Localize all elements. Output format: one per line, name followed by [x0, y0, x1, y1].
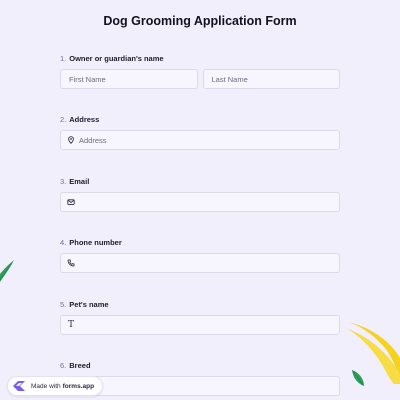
badge-prefix: Made with — [31, 382, 61, 390]
question-label: Phone number — [69, 238, 122, 247]
first-name-placeholder: First Name — [69, 74, 106, 84]
last-name-placeholder: Last Name — [211, 74, 248, 84]
question-label: Email — [69, 177, 90, 186]
phone-icon — [67, 259, 75, 267]
first-name-field[interactable]: First Name — [60, 69, 198, 89]
question-number: 4. — [60, 238, 67, 247]
question-label: Breed — [69, 361, 91, 370]
question-number: 2. — [60, 115, 67, 124]
address-placeholder: Address — [79, 135, 107, 145]
text-t-icon: T — [68, 320, 75, 330]
question-breed: 6. Breed — [60, 360, 340, 396]
made-with-forms-app-badge[interactable]: Made with forms.app — [7, 376, 104, 396]
question-number: 5. — [60, 300, 67, 309]
envelope-icon — [67, 198, 75, 206]
question-number: 1. — [60, 54, 67, 63]
question-phone: 4. Phone number — [60, 237, 340, 273]
green-leaf-left-decoration — [0, 260, 14, 282]
question-label: Address — [69, 115, 100, 124]
question-number: 6. — [60, 361, 67, 370]
badge-brand: forms.app — [62, 382, 95, 390]
email-field[interactable] — [60, 192, 340, 212]
green-leaf-right-decoration — [352, 370, 364, 386]
question-pet-name: 5. Pet's name T — [60, 299, 340, 335]
phone-field[interactable] — [60, 253, 340, 273]
pet-name-field[interactable]: T — [60, 315, 340, 335]
location-pin-icon — [67, 136, 75, 144]
forms-app-logo-icon — [13, 381, 25, 391]
last-name-field[interactable]: Last Name — [202, 69, 340, 89]
question-owner-name: 1. Owner or guardian's name First Name La… — [60, 53, 340, 89]
question-label: Owner or guardian's name — [69, 54, 164, 63]
address-field[interactable]: Address — [60, 130, 340, 150]
question-email: 3. Email — [60, 176, 340, 212]
form-title: Dog Grooming Application Form — [103, 14, 297, 28]
question-number: 3. — [60, 177, 67, 186]
question-label: Pet's name — [69, 300, 109, 309]
question-address: 2. Address Address — [60, 114, 340, 150]
